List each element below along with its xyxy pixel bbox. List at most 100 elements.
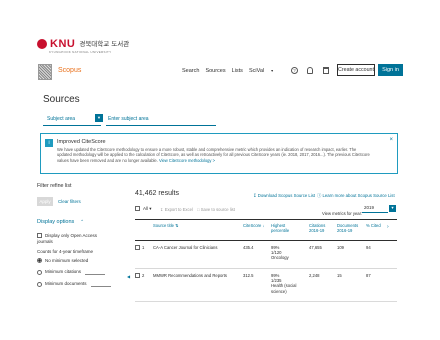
- radio-min-documents-dot[interactable]: [37, 281, 42, 287]
- display-options-label: Display options: [37, 219, 75, 225]
- view-metrics-label: View metrics for year:: [322, 211, 363, 216]
- clear-filters-link[interactable]: Clear filters: [58, 199, 81, 204]
- institution-icon[interactable]: [323, 67, 329, 74]
- documents-value: 15: [337, 273, 342, 278]
- year-select[interactable]: 2019: [362, 205, 388, 213]
- col-documents-label: Documents 2016-19: [337, 223, 359, 233]
- col-cited-label: % Cited: [366, 223, 381, 228]
- row-number: 2: [135, 273, 145, 279]
- col-citescore[interactable]: CiteScore ↓: [243, 223, 264, 229]
- radio-min-citations[interactable]: Minimum citations: [37, 269, 106, 275]
- create-account-button[interactable]: Create account: [337, 64, 375, 76]
- table-row: ◀ 2 MMWR Recommendations and Reports 312…: [127, 269, 397, 302]
- row-number: 1: [135, 245, 145, 251]
- cited-value: 87: [366, 273, 371, 278]
- institution-logo[interactable]: KNU 경북대학교 도서관: [37, 38, 129, 50]
- chevron-down-icon[interactable]: ▼: [95, 114, 103, 122]
- open-access-option[interactable]: Display only Open Access journals: [37, 233, 107, 244]
- citations-value: 2,248: [309, 273, 320, 278]
- knu-wordmark: KNU: [50, 38, 76, 50]
- save-label: Save to source list: [200, 207, 235, 212]
- percentile-category[interactable]: Oncology: [271, 255, 307, 260]
- chevron-down-icon: ▾: [148, 206, 152, 211]
- chevron-right-icon[interactable]: ›: [387, 224, 389, 230]
- citescore-notice: i Improved CiteScore We have updated the…: [40, 133, 398, 174]
- notice-body: We have updated the CiteScore methodolog…: [57, 147, 372, 163]
- chevron-up-icon: ⌃: [80, 219, 85, 224]
- source-title-link[interactable]: MMWR Recommendations and Reports: [153, 273, 239, 278]
- sources-table: Source title ⇅ CiteScore ↓ Highest perce…: [127, 219, 397, 302]
- radio-min-citations-dot[interactable]: [37, 269, 42, 275]
- table-header: Source title ⇅ CiteScore ↓ Highest perce…: [135, 219, 397, 241]
- col-percentile-label: Highest percentile: [271, 223, 290, 233]
- knu-subtitle: KYUNGPOOK NATIONAL UNIVERSITY: [49, 50, 112, 54]
- institution-banner: KNU 경북대학교 도서관 KYUNGPOOK NATIONAL UNIVERS…: [0, 0, 440, 58]
- open-access-label: Display only Open Access journals: [37, 233, 98, 244]
- cited-value: 94: [366, 245, 371, 250]
- knu-emblem-icon: [37, 39, 47, 49]
- col-citations-label: Citations 2016-19: [309, 223, 326, 233]
- chevron-down-icon: ▾: [271, 68, 274, 73]
- row-num-label: 1: [142, 245, 145, 250]
- main-nav: Search Sources Lists SciVal ▾: [182, 68, 285, 74]
- radio-min-documents[interactable]: Minimum documents: [37, 281, 111, 287]
- learn-more-link[interactable]: ⓘ Learn more about Scopus Source List: [317, 193, 395, 199]
- percentile-category[interactable]: Health (social science): [271, 283, 307, 293]
- radio-no-minimum[interactable]: No minimum selected: [37, 258, 89, 264]
- elsevier-logo-icon[interactable]: [38, 64, 52, 80]
- nav-scival[interactable]: SciVal ▾: [249, 68, 279, 74]
- source-title-link[interactable]: CA-A Cancer Journal for Clinicians: [153, 245, 239, 250]
- min-documents-input[interactable]: [90, 281, 111, 287]
- percentile-value: 99% 1/120 Oncology: [271, 245, 307, 261]
- close-icon[interactable]: ×: [389, 137, 393, 143]
- select-all-checkbox[interactable]: [135, 206, 140, 212]
- notice-title: Improved CiteScore: [57, 139, 106, 145]
- sign-in-button[interactable]: Sign in: [378, 64, 403, 76]
- subject-area-select[interactable]: Subject area: [43, 114, 101, 126]
- col-source-title-label: Source title: [153, 223, 174, 228]
- documents-value: 109: [337, 245, 344, 250]
- row-num-label: 2: [142, 273, 145, 278]
- sort-icon: ⇅: [175, 224, 179, 228]
- nav-lists[interactable]: Lists: [232, 68, 243, 74]
- radio-no-minimum-label: No minimum selected: [45, 258, 89, 263]
- col-documents[interactable]: Documents 2016-19: [337, 223, 365, 233]
- nav-scival-label: SciVal: [248, 68, 265, 74]
- help-icon[interactable]: ?: [291, 67, 298, 74]
- col-citescore-label: CiteScore: [243, 223, 262, 228]
- subject-area-input[interactable]: Enter subject area: [106, 114, 216, 126]
- export-excel-button[interactable]: ↧ Export to Excel: [160, 207, 193, 212]
- col-highest-percentile[interactable]: Highest percentile: [271, 223, 301, 233]
- col-cited[interactable]: % Cited: [366, 223, 386, 228]
- save-to-list-button[interactable]: □ Save to source list: [197, 207, 235, 212]
- row-checkbox[interactable]: [135, 245, 140, 251]
- display-options-toggle[interactable]: Display options ⌃: [37, 219, 84, 225]
- row-checkbox[interactable]: [135, 273, 140, 279]
- select-all-dropdown[interactable]: All ▾: [135, 206, 152, 212]
- table-row: 1 CA-A Cancer Journal for Clinicians 435…: [135, 241, 397, 269]
- download-source-list-link[interactable]: ↧ Download Scopus Source List: [253, 193, 315, 199]
- citescore-value: 435.4: [243, 245, 254, 250]
- col-source-title[interactable]: Source title ⇅: [153, 223, 178, 229]
- sort-down-icon: ↓: [262, 224, 265, 228]
- bell-icon[interactable]: [307, 67, 313, 74]
- nav-sources[interactable]: Sources: [205, 68, 225, 74]
- min-citations-input[interactable]: [85, 269, 106, 275]
- col-citations[interactable]: Citations 2016-19: [309, 223, 333, 233]
- radio-no-minimum-dot[interactable]: [37, 258, 42, 264]
- percentile-value: 99% 1/235 Health (social science): [271, 273, 307, 294]
- chevron-down-icon[interactable]: ▼: [389, 205, 396, 212]
- apply-button[interactable]: Apply: [37, 197, 53, 206]
- citescore-value: 312.5: [243, 273, 254, 278]
- scopus-brand[interactable]: Scopus: [58, 67, 81, 74]
- export-label: Export to Excel: [164, 207, 193, 212]
- info-icon: i: [45, 139, 53, 147]
- citescore-methodology-link[interactable]: View CiteScore methodology >: [159, 158, 215, 163]
- radio-min-citations-label: Minimum citations: [45, 269, 82, 275]
- counts-label: Counts for 4-year timeframe: [37, 249, 94, 254]
- new-indicator-icon: ◀: [127, 274, 131, 279]
- nav-search[interactable]: Search: [182, 68, 199, 74]
- bottom-fade-overlay: [0, 300, 440, 340]
- filter-title: Filter refine list: [37, 183, 72, 189]
- page-title: Sources: [43, 94, 80, 105]
